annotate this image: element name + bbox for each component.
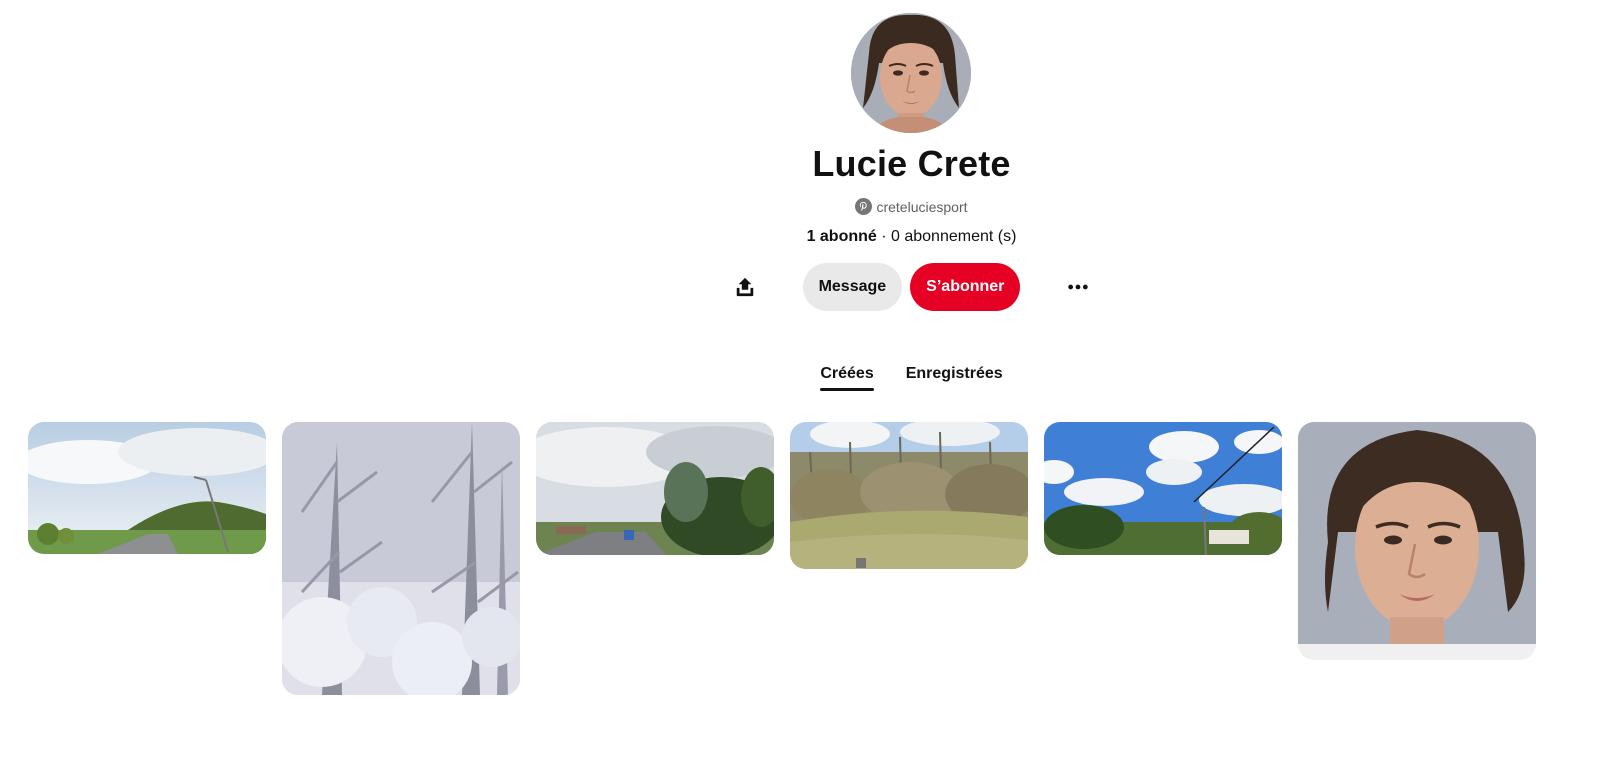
- tab-saved[interactable]: Enregistrées: [906, 365, 1003, 391]
- pin-image: [1044, 422, 1282, 555]
- avatar[interactable]: [851, 13, 971, 133]
- pin-image: [790, 422, 1028, 569]
- stats-separator: ·: [876, 228, 892, 245]
- pin-card[interactable]: [1044, 422, 1282, 555]
- profile-actions: Message S’abonner: [0, 263, 1622, 311]
- pin-card[interactable]: [536, 422, 774, 555]
- pin-image: [536, 422, 774, 555]
- tab-created[interactable]: Créées: [820, 365, 875, 391]
- share-icon: [736, 277, 753, 297]
- follow-button[interactable]: S’abonner: [910, 263, 1021, 311]
- followers-count[interactable]: 1 abonné: [807, 228, 877, 245]
- username[interactable]: creteluciesport: [876, 199, 967, 215]
- profile-tabs: Créées Enregistrées: [0, 365, 1622, 391]
- pin-image: [1298, 422, 1536, 644]
- profile-page: Lucie Crete creteluciesport 1 abonné · 0…: [0, 0, 1622, 773]
- username-row: creteluciesport: [0, 198, 1622, 215]
- avatar-image: [851, 13, 971, 133]
- pin-card[interactable]: [28, 422, 266, 554]
- share-button[interactable]: [721, 263, 769, 311]
- pin-card[interactable]: [790, 422, 1028, 569]
- pin-image: [28, 422, 266, 554]
- pinterest-icon: [855, 198, 873, 215]
- pin-card[interactable]: [1298, 422, 1536, 660]
- profile-name: Lucie Crete: [812, 143, 1011, 184]
- more-options-button[interactable]: [1054, 263, 1102, 311]
- following-count[interactable]: 0 abonnement (s): [891, 228, 1016, 245]
- message-button[interactable]: Message: [802, 263, 903, 311]
- pin-card[interactable]: [282, 422, 520, 695]
- follow-stats: 1 abonné · 0 abonnement (s): [0, 228, 1622, 246]
- more-icon: [1068, 284, 1089, 290]
- pin-image: [282, 422, 520, 695]
